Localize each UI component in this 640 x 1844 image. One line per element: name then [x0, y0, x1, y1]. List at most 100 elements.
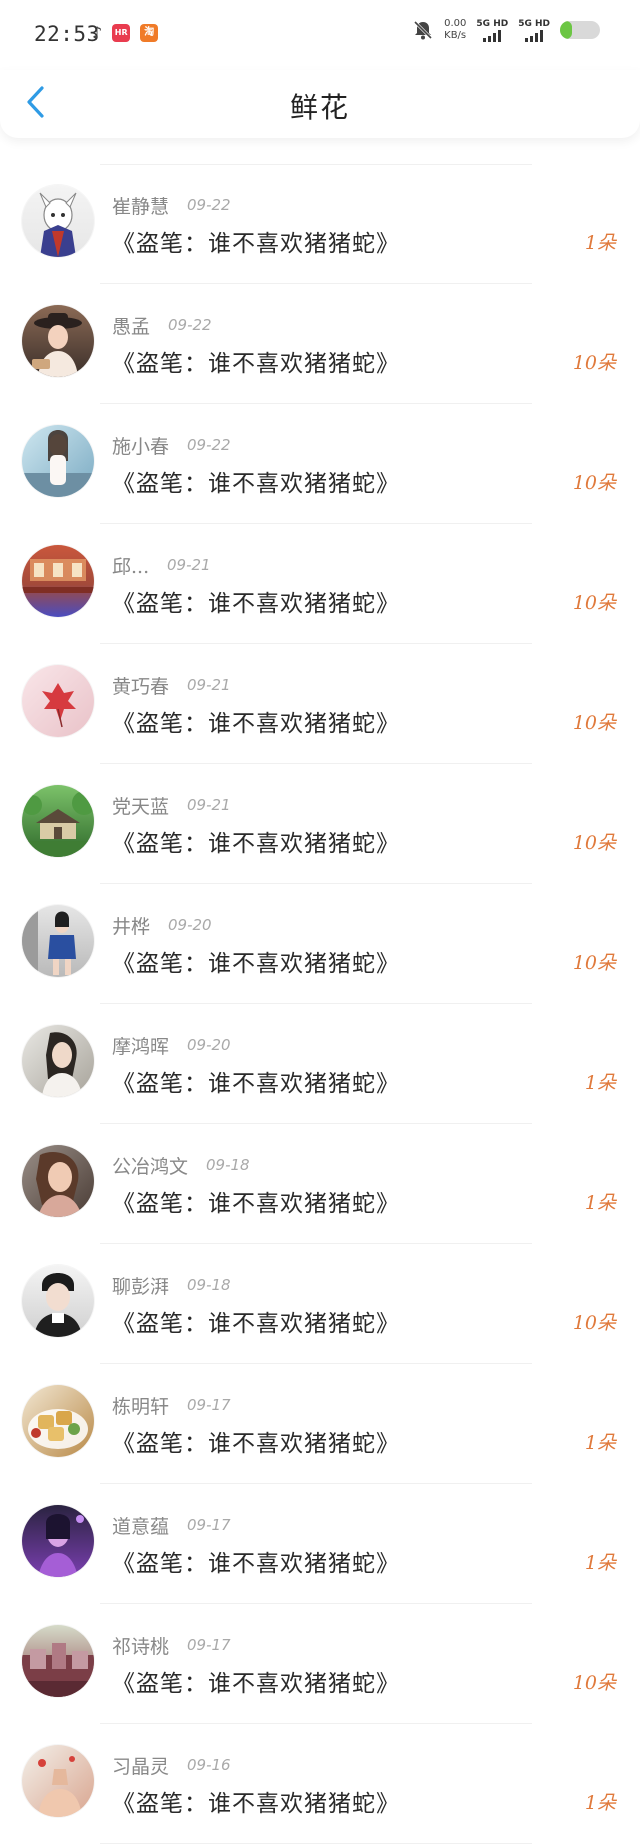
avatar[interactable] — [22, 1385, 94, 1457]
flower-count: 10朵 — [572, 352, 616, 374]
book-title: 《盗笔：谁不喜欢猪猪蛇》 — [112, 1791, 400, 1817]
date: 09-22 — [168, 316, 212, 334]
list-item[interactable]: 公冶鸿文 09-18 《盗笔：谁不喜欢猪猪蛇》 1朵 — [0, 1124, 640, 1244]
date: 09-17 — [187, 1396, 231, 1414]
sim1-label: 5G HD — [476, 18, 509, 29]
flower-count: 1朵 — [584, 1192, 616, 1214]
user-name: 习晶灵 — [112, 1756, 170, 1778]
signal-sim2: 5G HD — [518, 19, 550, 42]
date: 09-17 — [187, 1636, 231, 1654]
list-item[interactable]: 黄巧春 09-21 《盗笔：谁不喜欢猪猪蛇》 10朵 — [0, 644, 640, 764]
book-title: 《盗笔：谁不喜欢猪猪蛇》 — [112, 831, 400, 857]
user-name: 崔静慧 — [112, 196, 170, 218]
book-title: 《盗笔：谁不喜欢猪猪蛇》 — [112, 591, 400, 617]
avatar[interactable] — [22, 905, 94, 977]
book-title: 《盗笔：谁不喜欢猪猪蛇》 — [112, 711, 400, 737]
list-item[interactable]: 摩鸿晖 09-20 《盗笔：谁不喜欢猪猪蛇》 1朵 — [0, 1004, 640, 1124]
avatar[interactable] — [22, 545, 94, 617]
gift-list: 崔静慧 09-22 《盗笔：谁不喜欢猪猪蛇》 1朵 愚孟 09-22 《盗笔：谁不喜欢猪猪蛇… — [0, 164, 640, 1844]
book-title: 《盗笔：谁不喜欢猪猪蛇》 — [112, 1431, 400, 1457]
book-title: 《盗笔：谁不喜欢猪猪蛇》 — [112, 1311, 400, 1337]
avatar[interactable] — [22, 1505, 94, 1577]
signal-icon — [525, 29, 544, 42]
flower-count: 10朵 — [572, 592, 616, 614]
status-right-icons: 0.00 KB/s 5G HD 5G HD — [412, 18, 600, 42]
taobao-icon: 淘 — [140, 24, 159, 42]
flower-count: 1朵 — [584, 232, 616, 254]
list-item[interactable]: 道意蕴 09-17 《盗笔：谁不喜欢猪猪蛇》 1朵 — [0, 1484, 640, 1604]
user-name: 祁诗桃 — [112, 1636, 170, 1658]
net-speed-value: 0.00 — [444, 18, 467, 29]
date: 09-21 — [187, 796, 231, 814]
page-title: 鲜花 — [289, 91, 350, 124]
avatar[interactable] — [22, 185, 94, 257]
book-title: 《盗笔：谁不喜欢猪猪蛇》 — [112, 231, 400, 257]
flower-count: 10朵 — [572, 712, 616, 734]
silent-bell-icon — [412, 19, 434, 41]
book-title: 《盗笔：谁不喜欢猪猪蛇》 — [112, 1191, 400, 1217]
list-item[interactable]: 施小春 09-22 《盗笔：谁不喜欢猪猪蛇》 10朵 — [0, 404, 640, 524]
flower-count: 10朵 — [572, 472, 616, 494]
list-item[interactable]: 党天蓝 09-21 《盗笔：谁不喜欢猪猪蛇》 10朵 — [0, 764, 640, 884]
date: 09-18 — [187, 1276, 231, 1294]
header-bar: 鲜花 — [0, 70, 640, 138]
sim2-label: 5G HD — [518, 18, 550, 29]
user-name: 道意蕴 — [112, 1516, 170, 1538]
app-badge-icon: HR — [112, 24, 131, 42]
list-item[interactable]: 聊彭湃 09-18 《盗笔：谁不喜欢猪猪蛇》 10朵 — [0, 1244, 640, 1364]
book-title: 《盗笔：谁不喜欢猪猪蛇》 — [112, 1671, 400, 1697]
flower-count: 1朵 — [584, 1792, 616, 1814]
avatar[interactable] — [22, 1745, 94, 1817]
flower-count: 1朵 — [584, 1432, 616, 1454]
user-name: 井桦 — [112, 916, 151, 938]
music-note-icon: ♪ — [92, 23, 103, 42]
flower-count: 10朵 — [572, 952, 616, 974]
date: 09-21 — [167, 556, 211, 574]
list-item[interactable]: 祁诗桃 09-17 《盗笔：谁不喜欢猪猪蛇》 10朵 — [0, 1604, 640, 1724]
flower-count: 1朵 — [584, 1552, 616, 1574]
date: 09-22 — [187, 196, 231, 214]
list-item[interactable]: 栋明轩 09-17 《盗笔：谁不喜欢猪猪蛇》 1朵 — [0, 1364, 640, 1484]
battery-level — [560, 21, 572, 39]
avatar[interactable] — [22, 785, 94, 857]
battery-icon — [560, 21, 600, 39]
avatar[interactable] — [22, 425, 94, 497]
date: 09-21 — [187, 676, 231, 694]
flower-count: 10朵 — [572, 832, 616, 854]
date: 09-20 — [168, 916, 212, 934]
avatar[interactable] — [22, 1625, 94, 1697]
list-item[interactable]: 邱... 09-21 《盗笔：谁不喜欢猪猪蛇》 10朵 — [0, 524, 640, 644]
status-time: 22:53 — [34, 22, 100, 46]
user-name: 黄巧春 — [112, 676, 170, 698]
avatar[interactable] — [22, 1145, 94, 1217]
user-name: 公冶鸿文 — [112, 1156, 189, 1178]
book-title: 《盗笔：谁不喜欢猪猪蛇》 — [112, 951, 400, 977]
signal-icon — [483, 29, 502, 42]
date: 09-20 — [187, 1036, 231, 1054]
book-title: 《盗笔：谁不喜欢猪猪蛇》 — [112, 1551, 400, 1577]
user-name: 邱... — [112, 556, 150, 578]
list-item[interactable]: 习晶灵 09-16 《盗笔：谁不喜欢猪猪蛇》 1朵 — [0, 1724, 640, 1844]
date: 09-17 — [187, 1516, 231, 1534]
user-name: 摩鸿晖 — [112, 1036, 170, 1058]
status-left-icons: ♪ HR 淘 — [92, 23, 159, 42]
avatar[interactable] — [22, 665, 94, 737]
list-item[interactable]: 井桦 09-20 《盗笔：谁不喜欢猪猪蛇》 10朵 — [0, 884, 640, 1004]
list-item[interactable]: 愚孟 09-22 《盗笔：谁不喜欢猪猪蛇》 10朵 — [0, 284, 640, 404]
date: 09-18 — [206, 1156, 250, 1174]
date: 09-22 — [187, 436, 231, 454]
flower-count: 10朵 — [572, 1312, 616, 1334]
signal-sim1: 5G HD — [476, 19, 508, 42]
avatar[interactable] — [22, 305, 94, 377]
net-speed-unit: KB/s — [444, 30, 467, 41]
user-name: 聊彭湃 — [112, 1276, 170, 1298]
list-item[interactable]: 崔静慧 09-22 《盗笔：谁不喜欢猪猪蛇》 1朵 — [0, 164, 640, 284]
user-name: 党天蓝 — [112, 796, 170, 818]
avatar[interactable] — [22, 1265, 94, 1337]
user-name: 栋明轩 — [112, 1396, 170, 1418]
date: 09-16 — [187, 1756, 231, 1774]
status-bar: 22:53 ♪ HR 淘 0.00 KB/s 5G HD 5G HD — [0, 0, 640, 70]
flower-count: 10朵 — [572, 1672, 616, 1694]
avatar[interactable] — [22, 1025, 94, 1097]
book-title: 《盗笔：谁不喜欢猪猪蛇》 — [112, 1071, 400, 1097]
